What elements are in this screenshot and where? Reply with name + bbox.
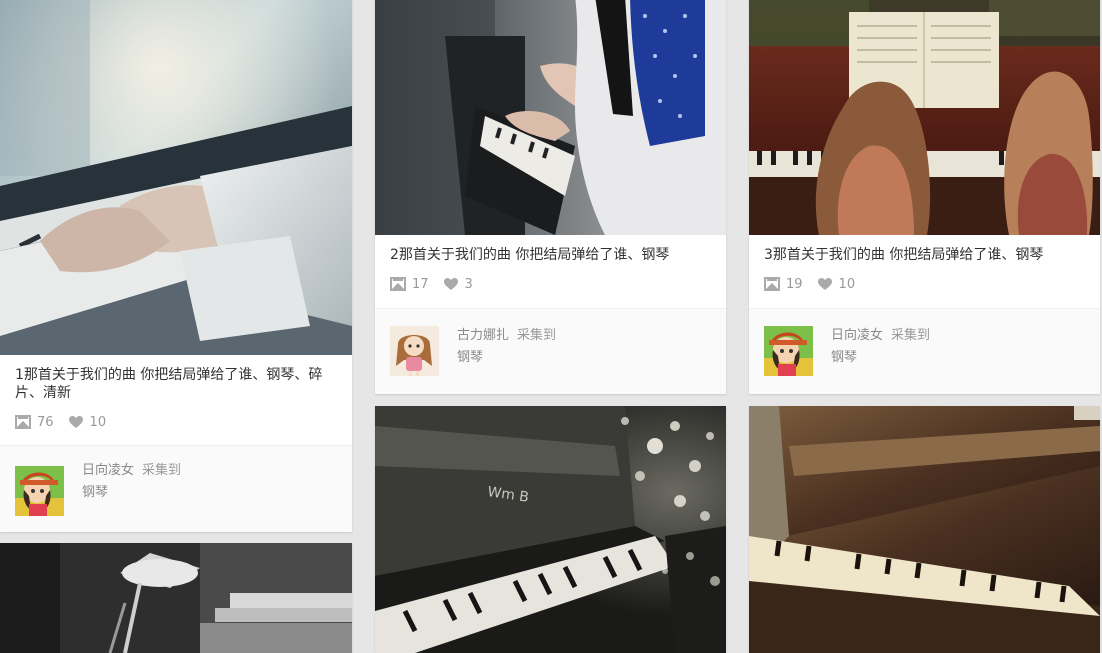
pin-meta: 日向凌女 采集到 钢琴 — [82, 460, 181, 504]
repin-count-value: 19 — [786, 276, 803, 292]
anime-girl-avatar[interactable] — [764, 326, 813, 376]
pin-footer: 日向凌女 采集到 钢琴 — [0, 445, 352, 532]
piano-photo — [0, 0, 352, 355]
pin-image-piano-hands[interactable] — [0, 0, 352, 355]
board-name[interactable]: 钢琴 — [457, 347, 556, 369]
pin-image-desk-lamp[interactable] — [0, 543, 352, 653]
repin-icon — [764, 277, 780, 291]
pin-image-girl-at-piano[interactable] — [375, 0, 726, 235]
heart-icon — [817, 278, 832, 290]
repin-count[interactable]: 17 — [390, 277, 429, 292]
pin-footer: 古力娜扎 采集到 钢琴 — [375, 308, 726, 394]
repin-count[interactable]: 19 — [764, 277, 803, 292]
like-count-value: 3 — [464, 276, 473, 292]
pin-stats: 17 3 — [390, 274, 487, 294]
repin-icon — [15, 415, 31, 429]
pin-card[interactable] — [749, 406, 1100, 653]
board-name[interactable]: 钢琴 — [82, 482, 181, 504]
pin-image-vintage-piano[interactable] — [749, 406, 1100, 653]
repin-count-value: 17 — [412, 276, 429, 292]
heart-icon — [443, 278, 458, 290]
collect-action: 采集到 — [517, 328, 557, 343]
user-name[interactable]: 古力娜扎 — [457, 328, 509, 343]
user-name[interactable]: 日向凌女 — [831, 328, 883, 343]
like-count[interactable]: 10 — [68, 414, 107, 430]
collect-action: 采集到 — [142, 463, 182, 478]
pin-card[interactable]: 1那首关于我们的曲 你把结局弹给了谁、钢琴、碎片、清新 76 10 日向凌女 采… — [0, 0, 352, 532]
pin-footer: 日向凌女 采集到 钢琴 — [749, 308, 1100, 394]
like-count-value: 10 — [89, 414, 107, 430]
collect-action: 采集到 — [891, 328, 931, 343]
piano-photo — [749, 406, 1100, 653]
like-count[interactable]: 3 — [443, 277, 473, 292]
heart-icon — [68, 416, 83, 428]
pin-card[interactable] — [0, 543, 352, 653]
pin-meta: 日向凌女 采集到 钢琴 — [831, 325, 930, 369]
pin-title[interactable]: 3那首关于我们的曲 你把结局弹给了谁、钢琴 — [764, 246, 1088, 264]
repin-count[interactable]: 76 — [15, 415, 54, 430]
user-name[interactable]: 日向凌女 — [82, 463, 134, 478]
chibi-girl-avatar[interactable] — [390, 326, 439, 376]
pin-meta: 古力娜扎 采集到 钢琴 — [457, 325, 556, 369]
pin-title[interactable]: 2那首关于我们的曲 你把结局弹给了谁、钢琴 — [390, 246, 714, 264]
anime-girl-avatar[interactable] — [15, 466, 64, 516]
piano-photo — [375, 0, 726, 235]
board-name[interactable]: 钢琴 — [831, 347, 930, 369]
pin-image-piano-keys-bokeh[interactable]: Wm B — [375, 406, 726, 653]
repin-icon — [390, 277, 406, 291]
pin-stats: 19 10 — [764, 274, 869, 294]
piano-photo: Wm B — [375, 406, 726, 653]
piano-photo — [749, 0, 1100, 235]
pin-card[interactable]: Wm B — [375, 406, 726, 653]
pin-stats: 76 10 — [15, 412, 120, 432]
piano-photo — [0, 543, 352, 653]
like-count[interactable]: 10 — [817, 276, 856, 292]
pin-image-girls-at-piano[interactable] — [749, 0, 1100, 235]
like-count-value: 10 — [838, 276, 856, 292]
repin-count-value: 76 — [37, 414, 54, 430]
pin-card[interactable]: 3那首关于我们的曲 你把结局弹给了谁、钢琴 19 10 日向凌女 采集到 钢琴 — [749, 0, 1100, 394]
pin-title[interactable]: 1那首关于我们的曲 你把结局弹给了谁、钢琴、碎片、清新 — [15, 366, 340, 402]
pin-card[interactable]: 2那首关于我们的曲 你把结局弹给了谁、钢琴 17 3 古力娜扎 采集到 钢琴 — [375, 0, 726, 394]
